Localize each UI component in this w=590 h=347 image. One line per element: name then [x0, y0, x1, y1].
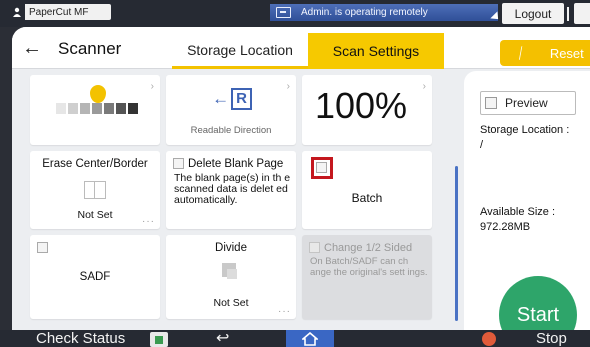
stop-button[interactable]: Stop — [536, 330, 567, 347]
status-extra-button[interactable] — [574, 3, 590, 24]
chevron-right-icon: › — [286, 81, 290, 92]
change-sided-tile: Change 1/2 Sided On Batch/SADF can ch an… — [302, 235, 432, 319]
preview-label: Preview — [505, 96, 548, 110]
bottom-bar: Check Status ↩ Stop — [0, 330, 590, 347]
change-sided-checkbox — [309, 242, 320, 253]
user-icon — [9, 4, 25, 20]
home-icon — [302, 331, 318, 346]
eraser-icon: ⟋ — [512, 43, 529, 62]
divide-tile[interactable]: Divide Not Set ··· — [166, 235, 296, 319]
sadf-checkbox[interactable] — [37, 242, 48, 253]
page-title: Scanner — [58, 39, 122, 58]
return-arrow-icon[interactable]: ↩ — [216, 330, 229, 347]
divide-pages-icon — [222, 263, 237, 279]
change-sided-description: On Batch/SADF can ch ange the original's… — [310, 256, 428, 278]
start-button[interactable]: Start — [499, 276, 577, 330]
chevron-right-icon: › — [150, 81, 154, 92]
available-size-label: Available Size : — [480, 206, 556, 218]
storage-location-value: / — [480, 139, 484, 151]
batch-tile[interactable]: Batch — [302, 151, 432, 229]
sadf-tile[interactable]: SADF — [30, 235, 160, 319]
zoom-tile[interactable]: 100% › — [302, 75, 432, 145]
erase-title: Erase Center/Border — [42, 158, 148, 170]
batch-highlight-box — [311, 157, 333, 179]
delete-blank-page-checkbox[interactable] — [173, 158, 184, 169]
storage-location-label: Storage Location : — [480, 124, 570, 136]
erase-border-icon — [84, 181, 106, 199]
remote-message: Admin. is operating remotely — [301, 7, 428, 18]
delete-blank-page-title: Delete Blank Page — [188, 158, 284, 170]
readable-direction-icon: ← R — [212, 87, 252, 111]
preview-checkbox[interactable] — [485, 97, 497, 109]
status-bar: PaperCut MF Admin. is operating remotely… — [0, 0, 590, 27]
sadf-label: SADF — [79, 271, 111, 283]
erase-value: Not Set — [77, 209, 113, 221]
density-tile[interactable]: › — [30, 75, 160, 145]
erase-center-border-tile[interactable]: Erase Center/Border Not Set ··· — [30, 151, 160, 229]
divide-value: Not Set — [213, 297, 249, 309]
reset-button[interactable]: ⟋ Reset — [500, 40, 590, 66]
preview-toggle[interactable]: Preview — [480, 91, 576, 115]
density-scale — [56, 103, 138, 114]
remote-screen-icon — [276, 7, 291, 18]
check-status-button[interactable]: Check Status — [36, 330, 125, 347]
change-sided-title: Change 1/2 Sided — [324, 242, 413, 254]
batch-label: Batch — [351, 191, 383, 205]
expand-arrow-icon — [490, 11, 502, 23]
more-dots-icon: ··· — [142, 216, 155, 227]
job-status-icon[interactable] — [150, 332, 168, 347]
delete-blank-page-description: The blank page(s) in th e scanned data i… — [174, 172, 291, 206]
reset-label: Reset — [549, 45, 584, 61]
divide-title: Divide — [215, 242, 247, 254]
divider — [567, 7, 569, 21]
scrollbar[interactable] — [455, 166, 458, 321]
tab-scan-settings[interactable]: Scan Settings — [308, 33, 444, 69]
right-panel: Preview Storage Location : / Available S… — [464, 71, 590, 330]
more-dots-icon: ··· — [278, 306, 291, 317]
back-arrow-icon[interactable]: ← — [22, 37, 42, 59]
home-button[interactable] — [286, 330, 334, 347]
app-tag: PaperCut MF — [9, 4, 111, 20]
readable-direction-label: Readable Direction — [190, 125, 272, 136]
header: ← Scanner Storage Location Scan Settings… — [12, 27, 590, 69]
app-name: PaperCut MF — [29, 6, 89, 18]
remote-operation-banner: Admin. is operating remotely — [270, 4, 502, 23]
density-pointer-icon — [90, 85, 106, 103]
logout-button[interactable]: Logout — [502, 3, 564, 24]
settings-grid: › ← R › Readable Direction 100% › Erase C… — [30, 71, 458, 330]
available-size-value: 972.28MB — [480, 221, 531, 233]
readable-direction-tile[interactable]: ← R › Readable Direction — [166, 75, 296, 145]
delete-blank-page-tile[interactable]: Delete Blank Page The blank page(s) in t… — [166, 151, 296, 229]
main-panel: ← Scanner Storage Location Scan Settings… — [12, 27, 590, 330]
chevron-right-icon: › — [422, 81, 426, 92]
stop-icon[interactable] — [482, 332, 496, 346]
tab-storage-location[interactable]: Storage Location — [172, 33, 308, 69]
zoom-value: 100% — [314, 85, 408, 126]
